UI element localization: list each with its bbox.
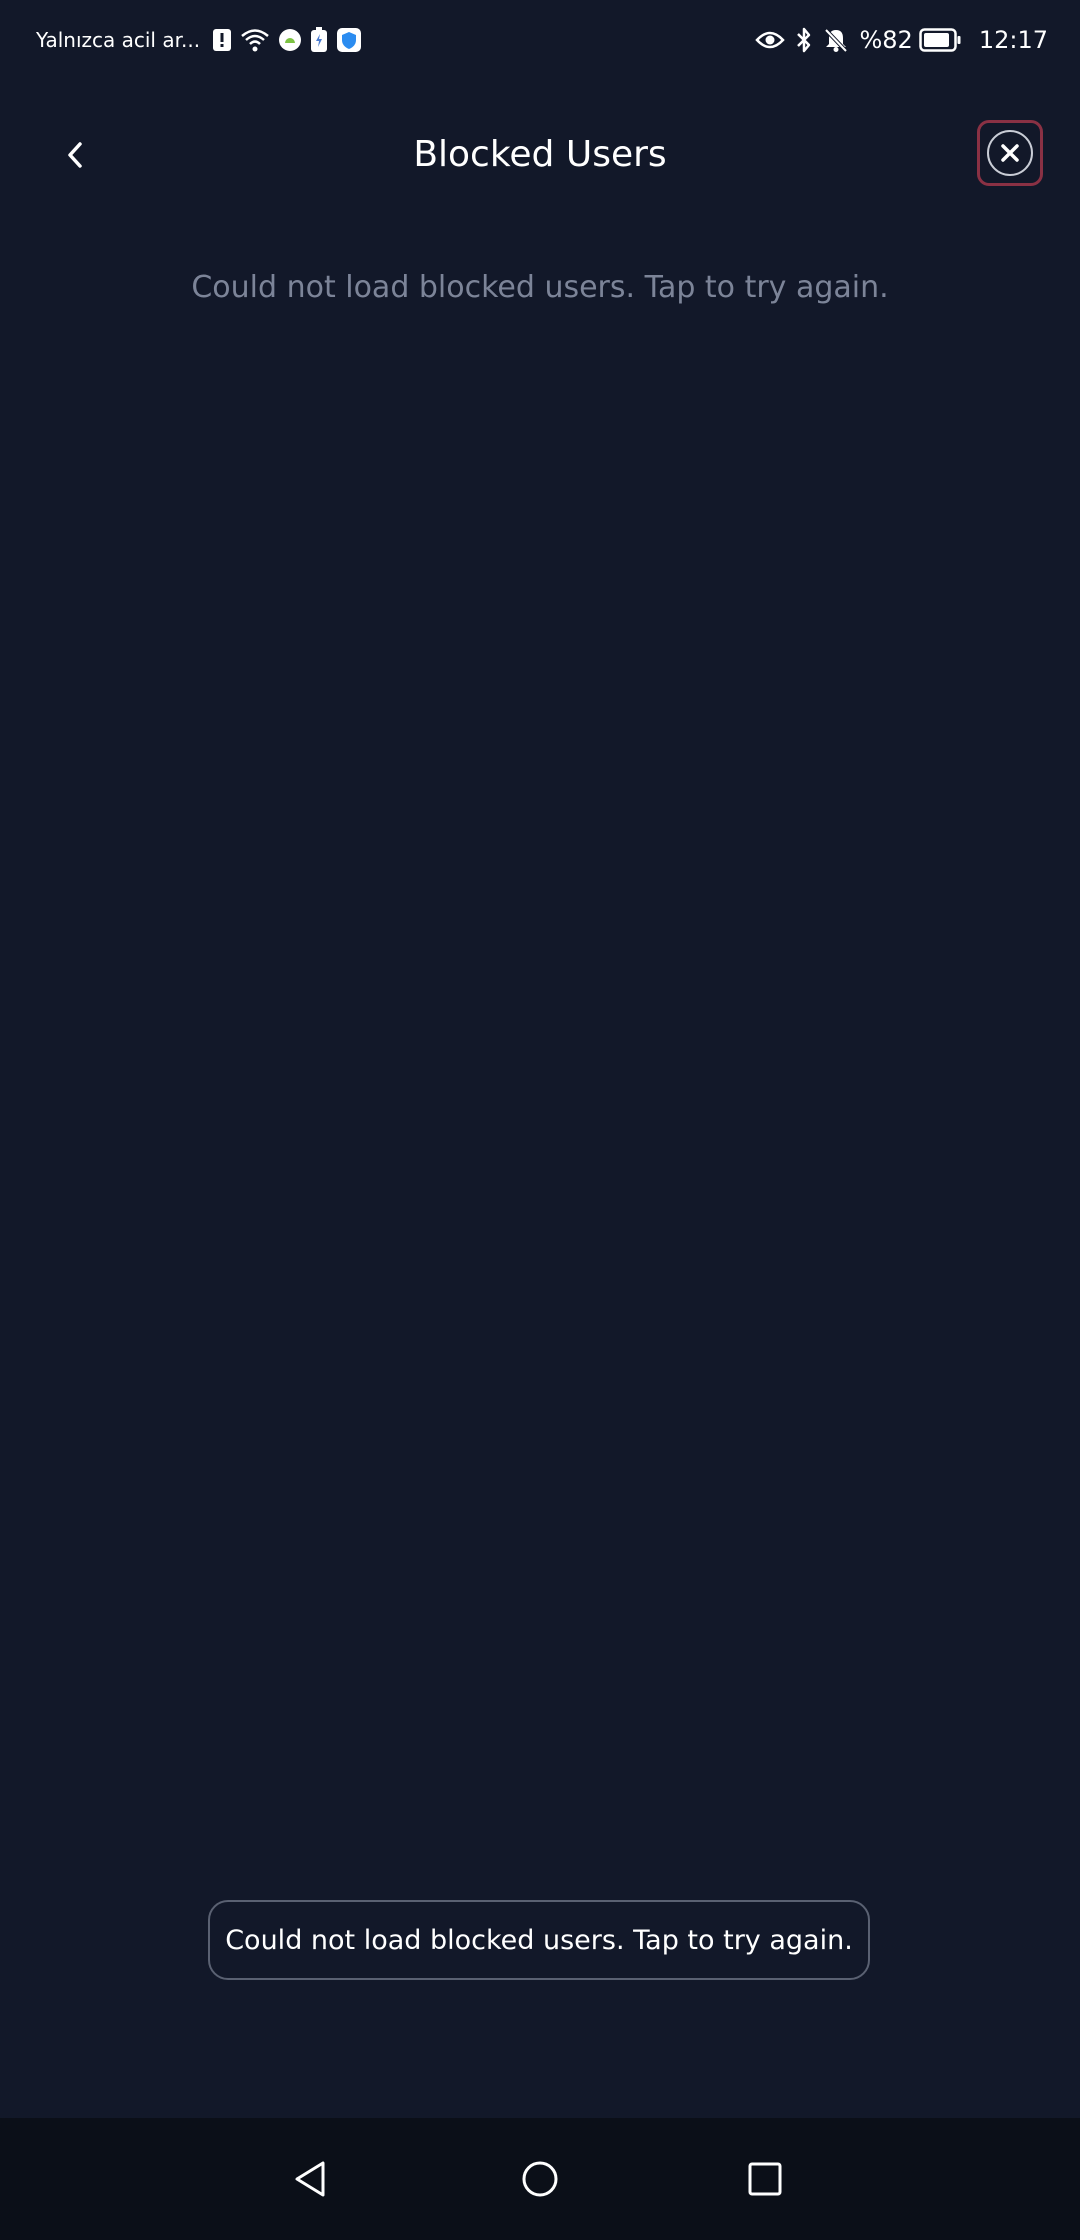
- wifi-icon: [240, 27, 270, 53]
- eye-icon: [755, 29, 786, 51]
- close-icon-ring: [987, 130, 1033, 176]
- bell-off-icon: [823, 27, 849, 53]
- navigation-bar: [0, 2118, 1080, 2240]
- alert-icon: [212, 28, 232, 52]
- shield-app-icon: [336, 27, 362, 53]
- android-icon: [278, 28, 302, 52]
- clock: 12:17: [978, 26, 1048, 54]
- nav-back-button[interactable]: [276, 2144, 346, 2214]
- nav-recents-button[interactable]: [730, 2144, 800, 2214]
- bluetooth-icon: [795, 26, 813, 54]
- nav-home-button[interactable]: [505, 2144, 575, 2214]
- recents-square-icon: [748, 2162, 782, 2196]
- close-button[interactable]: [977, 120, 1043, 186]
- status-bar: Yalnızca acil ar... %82 12:17: [0, 0, 1080, 80]
- header: Blocked Users: [0, 110, 1080, 200]
- back-button[interactable]: [50, 130, 100, 180]
- toast: Could not load blocked users. Tap to try…: [208, 1900, 870, 1980]
- battery-saver-icon: [310, 27, 328, 53]
- battery-icon: [919, 28, 961, 52]
- back-triangle-icon: [295, 2161, 325, 2197]
- chevron-left-icon: [68, 142, 82, 168]
- error-retry-message[interactable]: Could not load blocked users. Tap to try…: [0, 270, 1080, 305]
- status-right: %82 12:17: [755, 20, 1048, 60]
- status-left: Yalnızca acil ar...: [36, 20, 370, 60]
- battery-percent: %82: [859, 26, 913, 54]
- close-icon: [1001, 144, 1019, 162]
- page-title: Blocked Users: [413, 134, 667, 175]
- carrier-text: Yalnızca acil ar...: [36, 28, 201, 52]
- home-circle-icon: [522, 2161, 558, 2197]
